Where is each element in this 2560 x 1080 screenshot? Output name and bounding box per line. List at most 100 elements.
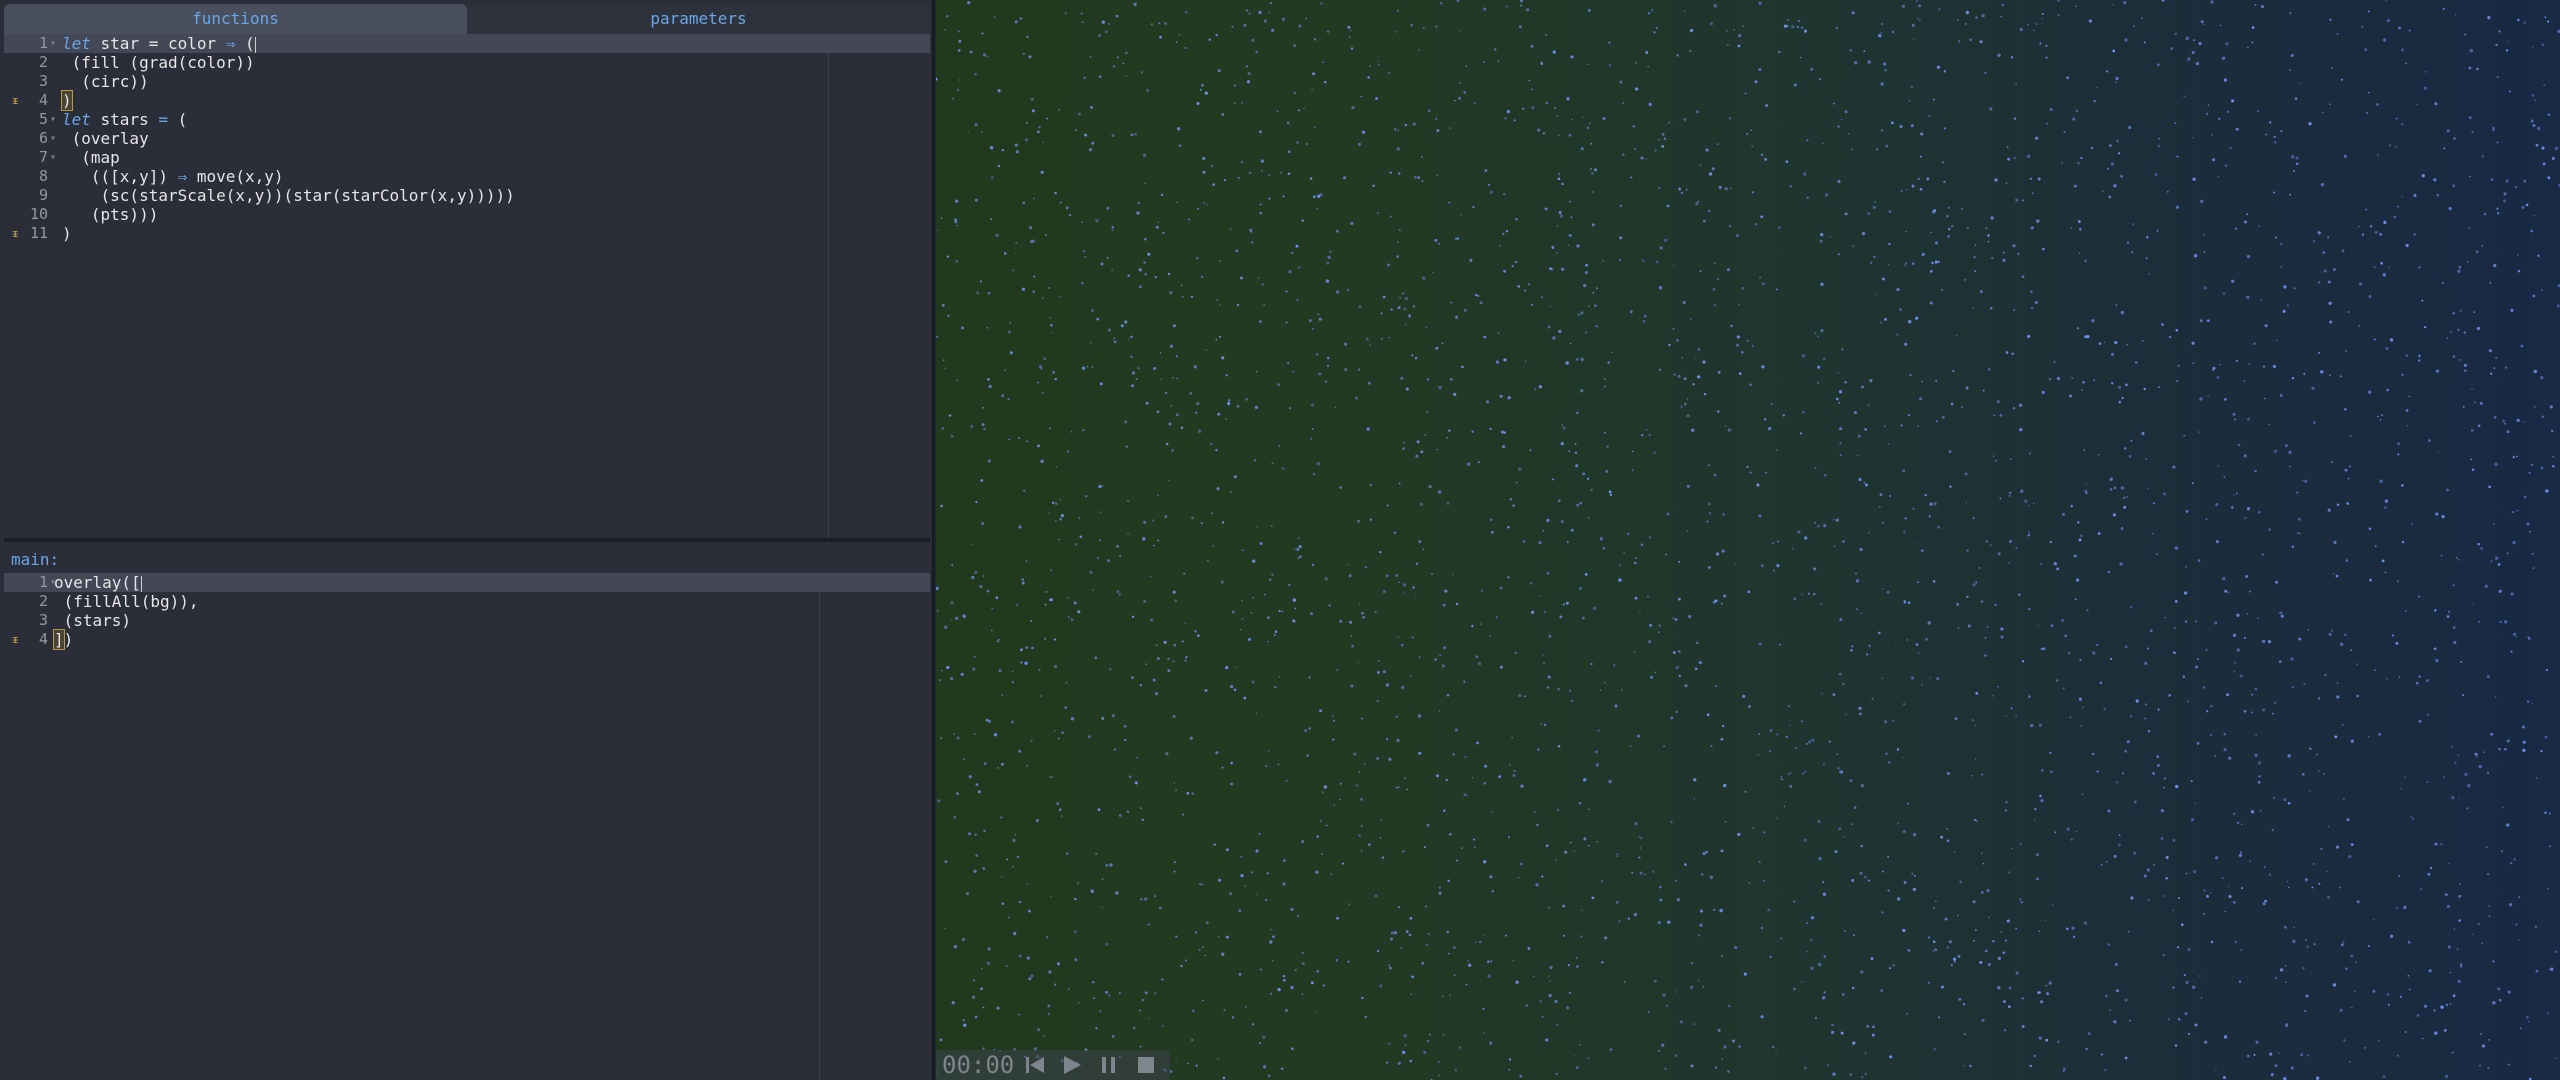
star-dot	[2523, 495, 2527, 499]
code-line[interactable]: 5 ▾ let stars = (	[4, 110, 930, 129]
star-dot	[2312, 239, 2316, 243]
star-dot	[1400, 376, 1404, 381]
star-dot	[1987, 962, 1991, 966]
play-button[interactable]	[1059, 1052, 1084, 1078]
star-dot	[1568, 991, 1572, 995]
star-dot	[2423, 1004, 2428, 1008]
star-dot	[1418, 751, 1422, 755]
star-dot	[1299, 555, 1302, 559]
code-line[interactable]: 3 (stars)	[4, 611, 930, 630]
star-dot	[2418, 719, 2422, 723]
star-dot	[2336, 682, 2339, 684]
star-dot	[2292, 939, 2296, 943]
code-line[interactable]: 6 ▾ (overlay	[4, 129, 930, 148]
fold-arrow-icon[interactable]: ▾	[50, 129, 56, 148]
star-dot	[1308, 727, 1311, 730]
star-dot	[2140, 17, 2143, 19]
star-dot	[1999, 497, 2002, 500]
star-dot	[2350, 843, 2354, 846]
star-dot	[1888, 242, 1891, 246]
star-dot	[2185, 980, 2189, 984]
star-dot	[1410, 993, 1412, 996]
star-dot	[1243, 696, 1247, 700]
star-dot	[1075, 129, 1078, 132]
stop-button[interactable]	[1133, 1052, 1158, 1078]
code-line[interactable]: ᵻ 11)	[4, 224, 930, 243]
code-line[interactable]: 9 (sc(starScale(x,y))(star(starColor(x,y…	[4, 186, 930, 205]
star-dot	[2029, 290, 2033, 294]
star-dot	[2096, 643, 2099, 647]
star-dot	[1026, 440, 1028, 443]
star-dot	[1568, 234, 1572, 237]
functions-code-editor[interactable]: 1 ▾ let star = color ⇒ (2 (fill (grad(colo…	[4, 34, 930, 538]
code-line[interactable]: 2 (fillAll(bg)),	[4, 592, 930, 611]
star-dot	[1965, 10, 1970, 15]
star-dot	[1932, 949, 1935, 952]
code-line[interactable]: ᵻ 4)	[4, 90, 930, 111]
star-dot	[2142, 340, 2144, 342]
star-dot	[1699, 164, 1702, 167]
render-canvas[interactable]	[936, 0, 2560, 1080]
star-dot	[1565, 361, 1569, 365]
star-dot	[1259, 968, 1262, 971]
fold-arrow-icon[interactable]: ▾	[50, 148, 56, 167]
star-dot	[1143, 599, 1147, 603]
star-dot	[1046, 117, 1048, 120]
code-line[interactable]: 2 (fill (grad(color))	[4, 53, 930, 72]
star-dot	[1026, 35, 1029, 38]
star-dot	[2223, 476, 2226, 478]
star-dot	[1791, 25, 1795, 29]
star-dot	[1723, 783, 1727, 788]
code-line[interactable]: 1 ▾ let star = color ⇒ (	[4, 34, 930, 53]
fold-arrow-icon[interactable]: ▾	[50, 110, 56, 129]
main-code-editor[interactable]: 1 ▾ overlay([2 (fillAll(bg)), 3 (stars) ᵻ 4])	[4, 573, 930, 1080]
code-line[interactable]: 7 ▾ (map	[4, 148, 930, 167]
star-dot	[1256, 526, 1258, 528]
star-dot	[1285, 779, 1288, 782]
star-dot	[1346, 288, 1350, 292]
star-dot	[2458, 358, 2461, 361]
star-dot	[2303, 372, 2306, 375]
star-dot	[1083, 76, 1086, 79]
star-dot	[1055, 465, 1058, 468]
star-dot	[1469, 258, 1473, 262]
star-dot	[1278, 444, 1281, 448]
star-dot	[1334, 406, 1337, 409]
pause-button[interactable]	[1096, 1052, 1121, 1078]
star-dot	[1882, 62, 1887, 66]
skip-back-button[interactable]	[1022, 1052, 1047, 1078]
code-line[interactable]: 1 ▾ overlay([	[4, 573, 930, 592]
tab-parameters[interactable]: parameters	[467, 4, 930, 34]
code-line[interactable]: 8 (([x,y]) ⇒ move(x,y)	[4, 167, 930, 186]
star-dot	[2248, 362, 2251, 365]
star-dot	[2418, 266, 2421, 269]
star-dot	[2386, 678, 2388, 680]
star-dot	[1090, 105, 1093, 109]
star-dot	[1978, 566, 1981, 569]
code-text: )	[61, 90, 73, 111]
star-dot	[1450, 378, 1453, 381]
star-dot	[2295, 491, 2299, 494]
star-dot	[1173, 643, 1177, 647]
fold-arrow-icon[interactable]: ▾	[50, 34, 56, 53]
star-dot	[2393, 215, 2397, 219]
star-dot	[2227, 885, 2230, 888]
star-dot	[950, 619, 953, 622]
star-dot	[2092, 651, 2096, 655]
tab-functions[interactable]: functions	[4, 4, 467, 34]
star-dot	[1712, 600, 1716, 604]
star-dot	[1539, 723, 1542, 726]
star-dot	[1868, 644, 1871, 647]
code-line[interactable]: 10 (pts)))	[4, 205, 930, 224]
pane-divider[interactable]	[4, 538, 930, 542]
star-dot	[997, 89, 1001, 93]
star-dot	[1042, 141, 1044, 143]
star-dot	[1491, 811, 1493, 813]
star-dot	[1189, 392, 1193, 395]
code-line[interactable]: ᵻ 4])	[4, 629, 930, 650]
star-dot	[1583, 837, 1587, 841]
star-dot	[1984, 949, 1988, 953]
star-dot	[1644, 873, 1646, 876]
star-dot	[1574, 451, 1578, 455]
code-line[interactable]: 3 (circ))	[4, 72, 930, 91]
